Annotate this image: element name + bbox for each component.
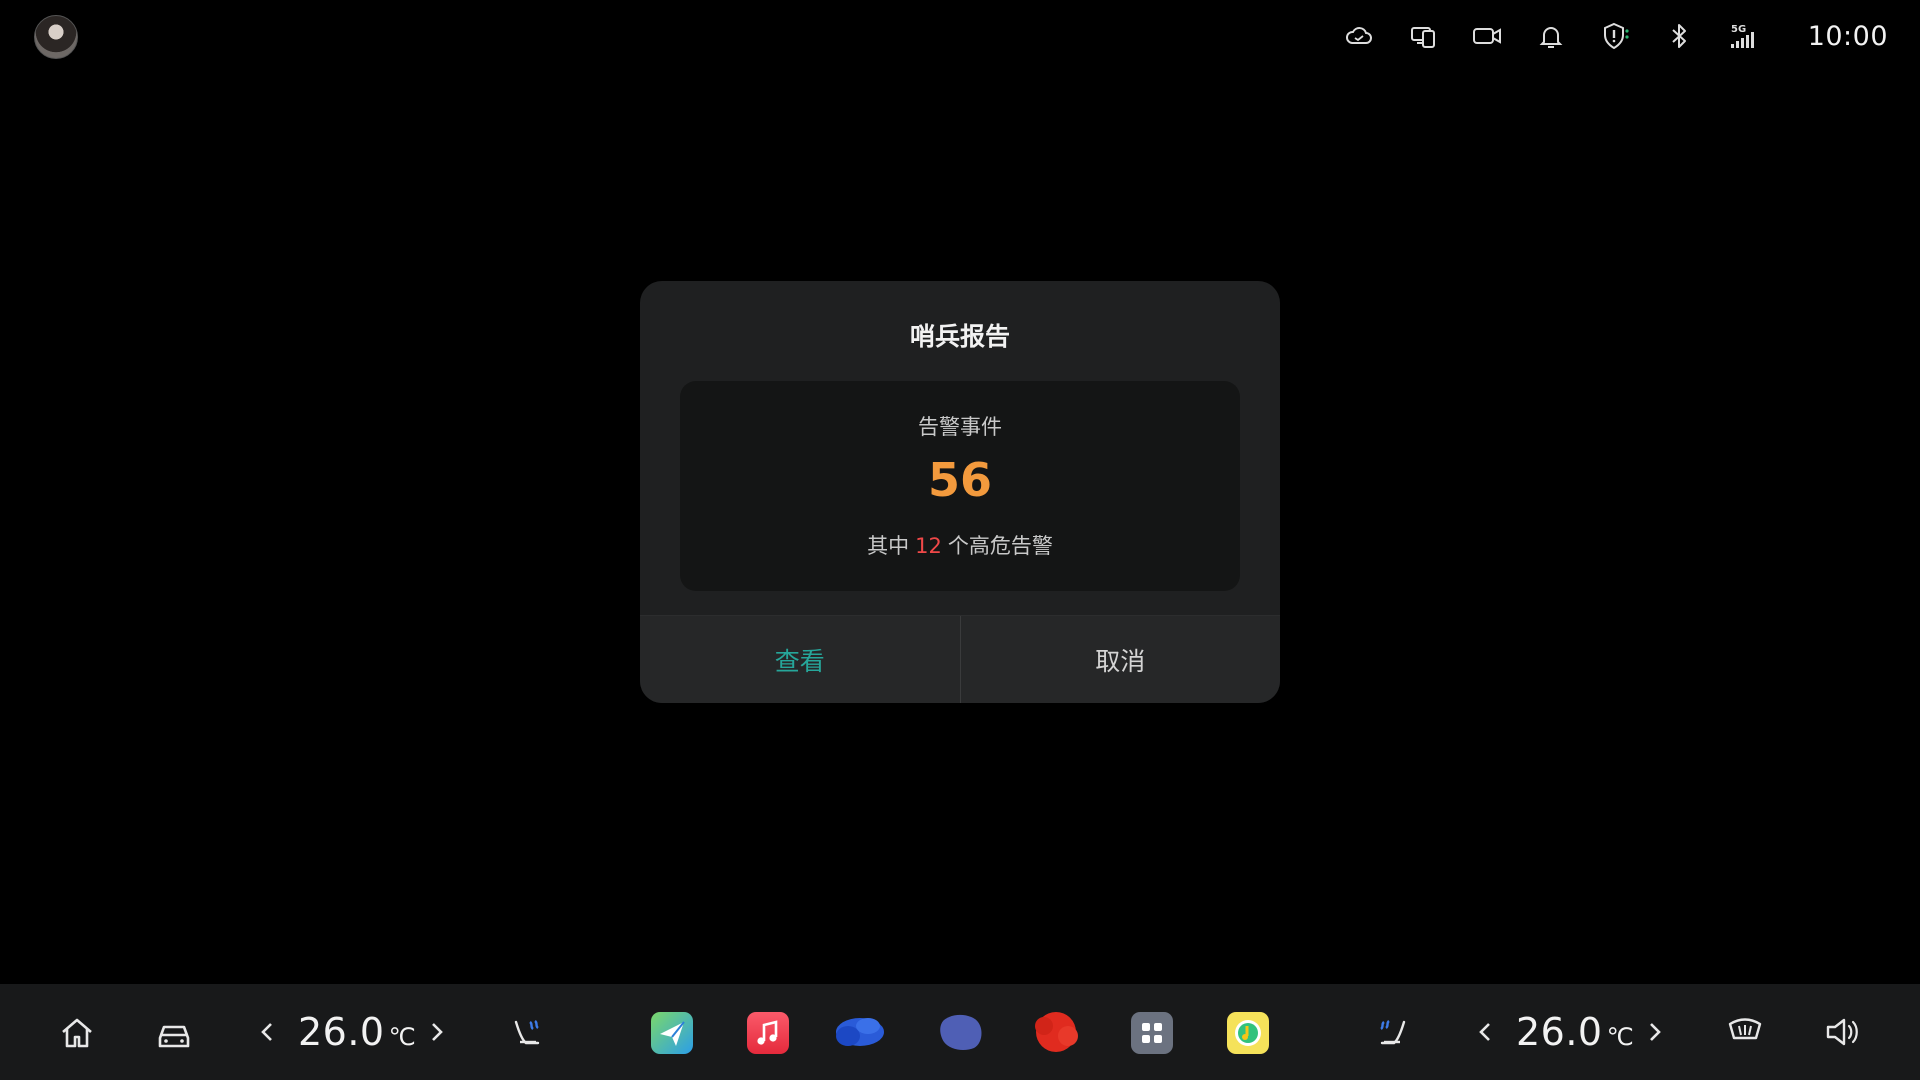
bluetooth-icon[interactable]	[1664, 21, 1694, 51]
home-icon[interactable]	[58, 1014, 96, 1052]
bottom-dock: 26.0 ℃ 26.0 ℃	[0, 984, 1920, 1080]
car-icon[interactable]	[154, 1014, 194, 1052]
sentry-report-dialog: 哨兵报告 告警事件 56 其中 12 个高危告警 查看 取消	[640, 281, 1280, 703]
5g-signal-icon: 5G	[1728, 21, 1758, 51]
navigation-app-icon[interactable]	[651, 1012, 693, 1054]
high-risk-prefix: 其中	[867, 534, 910, 558]
rear-defrost-icon[interactable]	[1724, 1012, 1766, 1052]
view-button[interactable]: 查看	[640, 616, 960, 703]
right-temperature: 26.0 ℃	[1516, 1010, 1634, 1054]
left-temp-increase-icon[interactable]	[422, 1014, 452, 1050]
alert-events-label: 告警事件	[918, 415, 1002, 439]
multi-screen-icon[interactable]	[1408, 21, 1438, 51]
right-temp-increase-icon[interactable]	[1640, 1014, 1670, 1050]
high-risk-count: 12	[915, 534, 942, 558]
status-bar: 5G 10:00	[1344, 18, 1888, 54]
left-temp-value: 26.0	[298, 1010, 385, 1054]
dialog-button-row: 查看 取消	[640, 615, 1280, 703]
dialog-title: 哨兵报告	[909, 322, 1010, 351]
qq-music-app-icon[interactable]	[1227, 1012, 1269, 1054]
all-apps-icon[interactable]	[1131, 1012, 1173, 1054]
left-temp-unit: ℃	[388, 1023, 417, 1051]
clock: 10:00	[1807, 20, 1888, 52]
high-risk-suffix: 个高危告警	[947, 534, 1053, 558]
bell-icon[interactable]	[1536, 21, 1566, 51]
blurred-app-1-icon[interactable]	[828, 1006, 884, 1058]
camera-icon[interactable]	[1472, 21, 1502, 51]
music-app-icon[interactable]	[747, 1012, 789, 1054]
cancel-button[interactable]: 取消	[961, 616, 1281, 703]
volume-icon[interactable]	[1822, 1012, 1862, 1052]
blurred-app-3-icon[interactable]	[1026, 1006, 1082, 1058]
right-temp-unit: ℃	[1606, 1023, 1635, 1051]
left-temperature: 26.0 ℃	[298, 1010, 416, 1054]
user-avatar[interactable]	[34, 15, 78, 59]
right-temp-value: 26.0	[1516, 1010, 1603, 1054]
left-temp-decrease-icon[interactable]	[252, 1014, 282, 1050]
high-risk-summary: 其中 12 个高危告警	[680, 530, 1240, 560]
svg-text:5G: 5G	[1731, 24, 1746, 35]
blurred-app-2-icon[interactable]	[934, 1006, 990, 1058]
screen: 5G 10:00 哨兵报告 告警事件 56 其中12个高危告警 查看 取消	[0, 0, 1920, 1080]
shield-icon[interactable]	[1600, 21, 1630, 51]
driver-seat-airflow-icon[interactable]	[508, 1012, 548, 1052]
alert-count: 56	[927, 453, 992, 507]
right-temp-decrease-icon[interactable]	[1470, 1014, 1500, 1050]
alert-summary-card: 告警事件 56 其中 12 个高危告警	[680, 381, 1240, 591]
cloud-icon[interactable]	[1344, 21, 1374, 51]
passenger-seat-airflow-icon[interactable]	[1372, 1012, 1412, 1052]
